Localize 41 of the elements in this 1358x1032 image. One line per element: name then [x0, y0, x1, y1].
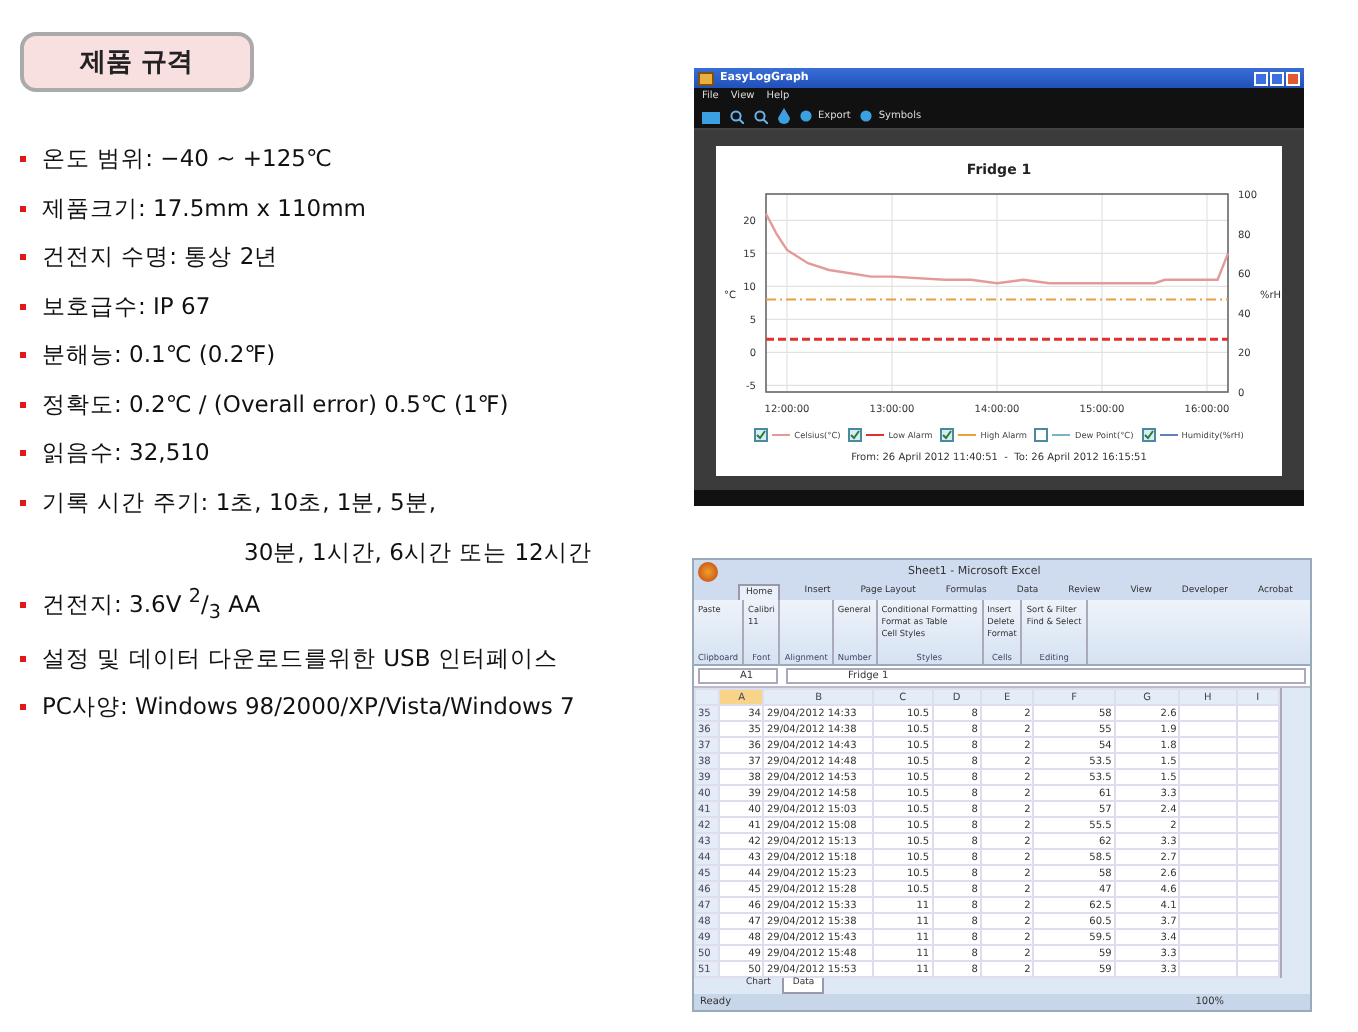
section-heading: 제품 규격: [20, 32, 254, 92]
checkbox[interactable]: [1141, 428, 1156, 442]
close-button[interactable]: [1286, 71, 1300, 85]
checkbox[interactable]: [940, 428, 955, 442]
bullet-icon: [20, 254, 26, 260]
circle-icon[interactable]: [860, 110, 875, 122]
spec-text: 온도 범위: −40 ~ +125℃: [42, 144, 332, 174]
spec-text: 30분, 1시간, 6시간 또는 12시간: [244, 537, 594, 567]
bullet-icon: [20, 499, 26, 505]
bullet-icon: [20, 602, 26, 609]
spec-text: 읽음수: 32,510: [42, 438, 210, 468]
zoom-in-icon[interactable]: [730, 109, 744, 123]
bullet-icon: [20, 655, 26, 662]
scrollbar[interactable]: [1280, 688, 1310, 978]
spec-text: 제품크기: 17.5mm x 110mm: [42, 193, 367, 223]
circle-icon[interactable]: [800, 110, 814, 122]
spec-text: 정확도: 0.2℃ / (Overall error) 0.5℃ (1℉): [42, 389, 509, 419]
bullet-icon: [20, 352, 26, 358]
spec-text: 설정 및 데이터 다운로드를위한 USB 인터페이스: [42, 643, 558, 674]
drop-icon[interactable]: [778, 108, 790, 124]
folder-icon[interactable]: [702, 109, 720, 123]
spec-text: 보호급수: IP 67: [42, 291, 211, 321]
bullet-icon: [20, 205, 26, 211]
bullet-icon: [20, 401, 26, 407]
spec-text: 건전지 수명: 통상 2년: [42, 242, 279, 272]
app-icon: [698, 71, 714, 85]
checkbox[interactable]: [848, 428, 863, 442]
zoom-out-icon[interactable]: [754, 109, 768, 123]
bullet-icon: [20, 704, 26, 711]
checkbox[interactable]: [754, 428, 769, 442]
spec-text: 기록 시간 주기: 1초, 10초, 1분, 5분,: [42, 487, 437, 517]
maximize-button[interactable]: [1270, 71, 1284, 85]
minimize-button[interactable]: [1254, 71, 1268, 85]
office-logo-icon[interactable]: [698, 561, 718, 581]
spec-text: 분해능: 0.1℃ (0.2℉): [42, 340, 276, 370]
spec-text: 건전지: 3.6V $^{2}$/$_{3}$ AA: [42, 586, 261, 625]
bullet-icon: [20, 303, 26, 309]
bullet-icon: [20, 156, 26, 162]
spec-text: PC사양: Windows 98/2000/XP/Vista/Windows 7: [42, 692, 575, 723]
checkbox[interactable]: [1034, 428, 1049, 442]
bullet-icon: [20, 450, 26, 456]
